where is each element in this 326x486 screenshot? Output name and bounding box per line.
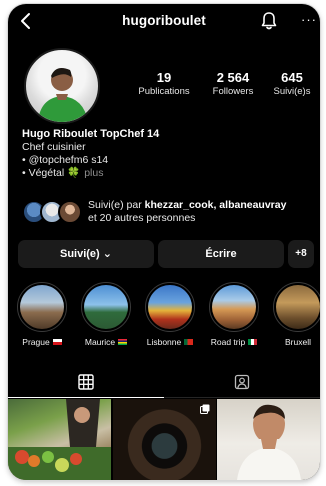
- highlight-ring: [81, 282, 131, 332]
- tab-tagged[interactable]: [164, 366, 320, 398]
- posts-label: Publications: [138, 86, 190, 97]
- profile-screen: hugoriboulet ··· 19 Publications 2 564 F…: [8, 4, 320, 480]
- highlight-ring: [209, 282, 259, 332]
- tagged-icon: [234, 374, 250, 390]
- profile-actions: Suivi(e) ⌄ Écrire +8: [18, 240, 314, 268]
- bio-line: Chef cuisinier: [22, 141, 86, 153]
- add-person-icon[interactable]: +8: [288, 240, 314, 268]
- followers-stat[interactable]: 2 564 Followers: [200, 70, 266, 97]
- flag-pt-icon: [184, 339, 194, 345]
- mutual-followers[interactable]: Suivi(e) par khezzar_cook, albaneauvray …: [22, 198, 320, 228]
- highlight-label: Bruxell: [285, 337, 311, 347]
- highlight-image: [212, 285, 256, 329]
- tab-posts-grid[interactable]: [8, 366, 164, 398]
- bio-line: • Végétal 🍀 plus: [22, 167, 312, 180]
- mutual-avatars: [22, 200, 84, 226]
- post-thumbnail[interactable]: [112, 399, 216, 480]
- highlight-road-trip[interactable]: Road trip: [206, 282, 262, 350]
- mutual-names: khezzar_cook, albaneauvray: [144, 199, 287, 211]
- posts-count: 19: [156, 70, 172, 85]
- flag-it-icon: [248, 339, 258, 345]
- post-thumbnail[interactable]: [217, 399, 320, 480]
- following-stat[interactable]: 645 Suivi(e)s: [264, 70, 320, 97]
- flag-cz-icon: [52, 339, 62, 345]
- mutual-suffix: et 20 autres personnes: [88, 212, 196, 224]
- highlight-label-text: Road trip: [210, 337, 246, 347]
- following-label: Suivi(e)s: [273, 86, 311, 97]
- bio-mention[interactable]: • @topchefm6 s14: [22, 154, 312, 167]
- highlight-ring: [273, 282, 320, 332]
- followers-count: 2 564: [216, 70, 250, 85]
- post-image: [8, 399, 111, 480]
- highlight-label: Road trip: [211, 337, 258, 347]
- highlight-ring: [17, 282, 67, 332]
- highlight-bruxelles[interactable]: Bruxell: [270, 282, 320, 350]
- avatar: [58, 200, 82, 224]
- avatar[interactable]: [24, 48, 100, 124]
- highlight-image: [276, 285, 320, 329]
- highlight-maurice[interactable]: Maurice: [78, 282, 134, 350]
- highlight-label: Maurice: [84, 337, 128, 347]
- display-name: Hugo Riboulet TopChef 14: [22, 128, 160, 140]
- more-dots-icon[interactable]: ···: [301, 12, 317, 27]
- grid-icon: [78, 374, 94, 390]
- following-count: 645: [281, 70, 303, 85]
- multiple-posts-icon: [199, 404, 209, 414]
- highlight-image: [84, 285, 128, 329]
- profile-tabs: [8, 366, 320, 398]
- mutual-prefix: Suivi(e) par: [88, 199, 145, 211]
- following-button[interactable]: Suivi(e) ⌄: [18, 240, 154, 268]
- posts-stat[interactable]: 19 Publications: [128, 70, 200, 97]
- post-image: [237, 404, 301, 480]
- posts-grid: [8, 399, 320, 480]
- highlight-lisbonne[interactable]: Lisbonne: [142, 282, 198, 350]
- highlight-label-text: Prague: [22, 337, 50, 347]
- highlight-image: [148, 285, 192, 329]
- highlight-label: Lisbonne: [147, 337, 194, 347]
- bell-icon[interactable]: [260, 11, 278, 31]
- bio-line-text: • Végétal 🍀: [22, 167, 81, 179]
- highlight-label-text: Lisbonne: [146, 337, 182, 347]
- top-bar: hugoriboulet ···: [8, 4, 320, 38]
- story-highlights: Prague Maurice Lisbonne Road trip Bruxel…: [14, 282, 320, 352]
- highlight-image: [20, 285, 64, 329]
- bio-more-link[interactable]: plus: [84, 167, 103, 179]
- highlight-prague[interactable]: Prague: [14, 282, 70, 350]
- highlight-label: Prague: [22, 337, 62, 347]
- highlight-label-text: Maurice: [84, 337, 116, 347]
- bio: Hugo Riboulet TopChef 14 Chef cuisinier …: [22, 128, 312, 180]
- flag-mu-icon: [118, 339, 128, 345]
- message-button[interactable]: Écrire: [158, 240, 284, 268]
- highlight-ring: [145, 282, 195, 332]
- mutual-followers-text: Suivi(e) par khezzar_cook, albaneauvray …: [88, 199, 320, 225]
- post-thumbnail[interactable]: [8, 399, 111, 480]
- highlight-label-text: Bruxell: [285, 337, 311, 347]
- followers-label: Followers: [212, 86, 254, 97]
